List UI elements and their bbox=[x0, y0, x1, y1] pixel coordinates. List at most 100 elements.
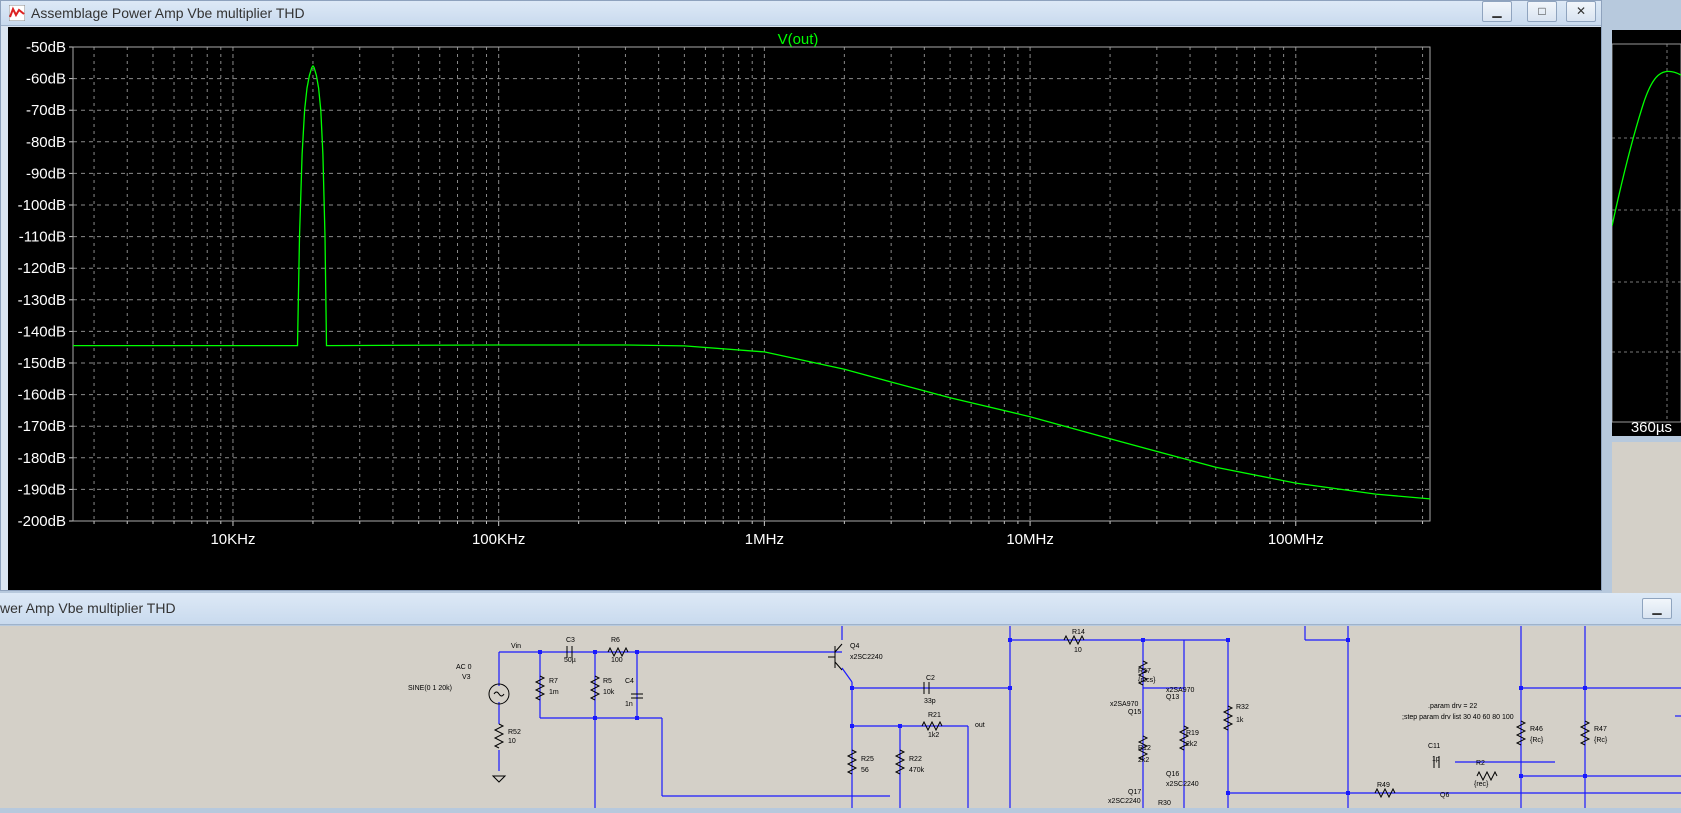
y-tick-label: -150dB bbox=[18, 355, 66, 372]
resistor-r5-icon bbox=[589, 675, 601, 701]
y-tick-label: -50dB bbox=[26, 39, 66, 56]
svg-text:10: 10 bbox=[1074, 647, 1082, 654]
svg-text:x2SA970: x2SA970 bbox=[1166, 687, 1195, 694]
resistor-r32-icon bbox=[1222, 705, 1234, 731]
side-chart: 360µs bbox=[1611, 43, 1681, 436]
svg-text:R19: R19 bbox=[1186, 730, 1199, 737]
maximize-button[interactable]: □ bbox=[1527, 1, 1557, 22]
svg-text:R49: R49 bbox=[1377, 782, 1390, 789]
svg-text:R30: R30 bbox=[1158, 800, 1171, 807]
y-tick-label: -90dB bbox=[26, 165, 66, 182]
svg-text:2k2: 2k2 bbox=[1138, 757, 1149, 764]
close-button[interactable]: ✕ bbox=[1566, 1, 1596, 22]
resistor-r47-icon bbox=[1579, 720, 1591, 746]
plot-window-title: Assemblage Power Amp Vbe multiplier THD bbox=[31, 5, 305, 21]
svg-text:Vin: Vin bbox=[511, 643, 521, 650]
svg-text:R6: R6 bbox=[611, 637, 620, 644]
side-plot-area[interactable]: 360µs bbox=[1611, 30, 1681, 436]
y-tick-label: -200dB bbox=[18, 513, 66, 530]
svg-text:C11: C11 bbox=[1428, 743, 1440, 750]
svg-text:R46: R46 bbox=[1530, 726, 1543, 733]
svg-text:C3: C3 bbox=[566, 637, 575, 644]
svg-text:1p: 1p bbox=[1432, 756, 1440, 763]
y-tick-label: -100dB bbox=[18, 197, 66, 214]
svg-text:x2SC2240: x2SC2240 bbox=[850, 654, 883, 661]
svg-text:1n: 1n bbox=[625, 701, 633, 708]
svg-text:x2SC2240: x2SC2240 bbox=[1166, 781, 1199, 788]
y-tick-label: -170dB bbox=[18, 418, 66, 435]
y-tick-label: -160dB bbox=[18, 387, 66, 404]
svg-text:Q17: Q17 bbox=[1128, 789, 1141, 796]
series-line[interactable] bbox=[73, 64, 1431, 500]
minimize-button[interactable]: ▁ bbox=[1482, 1, 1512, 22]
svg-text:.param drv = 22: .param drv = 22 bbox=[1428, 703, 1477, 710]
svg-text:Q4: Q4 bbox=[850, 643, 859, 650]
plot-window: Assemblage Power Amp Vbe multiplier THD … bbox=[0, 0, 1602, 591]
svg-text:1k: 1k bbox=[1236, 717, 1244, 724]
svg-text:R2: R2 bbox=[1476, 760, 1485, 767]
x-tick-label: 10MHz bbox=[1006, 531, 1054, 548]
svg-text:Q16: Q16 bbox=[1166, 771, 1179, 778]
y-tick-label: -80dB bbox=[26, 134, 66, 151]
y-tick-label: -120dB bbox=[18, 260, 66, 277]
svg-text:C2: C2 bbox=[926, 675, 935, 682]
svg-text:R12: R12 bbox=[1138, 745, 1151, 752]
svg-text:1k2: 1k2 bbox=[928, 732, 939, 739]
y-tick-label: -190dB bbox=[18, 481, 66, 498]
plot-window-titlebar[interactable]: Assemblage Power Amp Vbe multiplier THD … bbox=[1, 1, 1601, 26]
chart-title[interactable]: V(out) bbox=[778, 31, 819, 48]
svg-text:R47: R47 bbox=[1594, 726, 1607, 733]
y-tick-label: -180dB bbox=[18, 450, 66, 467]
svg-text:x2SA970: x2SA970 bbox=[1110, 701, 1139, 708]
resistor-r22-icon bbox=[894, 749, 906, 775]
svg-text:R27: R27 bbox=[1138, 668, 1151, 675]
x-tick-label: 10KHz bbox=[210, 531, 255, 548]
x-tick-label: 100MHz bbox=[1268, 531, 1324, 548]
schematic-drawing[interactable]: Vin AC 0 V3 SINE(0 1 20k) R52 10 R7 1m C… bbox=[0, 626, 1681, 808]
svg-text:{Rc}: {Rc} bbox=[1594, 737, 1608, 744]
resistor-r7-icon bbox=[534, 675, 546, 701]
y-tick-label: -140dB bbox=[18, 323, 66, 340]
schematic-window-titlebar[interactable]: wer Amp Vbe multiplier THD ▁ bbox=[0, 593, 1681, 625]
y-tick-label: -60dB bbox=[26, 71, 66, 88]
schematic-area[interactable]: Vin AC 0 V3 SINE(0 1 20k) R52 10 R7 1m C… bbox=[0, 626, 1681, 808]
svg-text:50µ: 50µ bbox=[564, 657, 576, 664]
y-tick-label: -70dB bbox=[26, 102, 66, 119]
plot-area[interactable]: V(out) -50dB -60dB -70dB -80dB -90dB -100dB -1… bbox=[8, 27, 1601, 590]
ground-icon bbox=[491, 775, 507, 783]
svg-text:SINE(0 1 20k): SINE(0 1 20k) bbox=[408, 685, 452, 692]
svg-text:R25: R25 bbox=[861, 756, 874, 763]
svg-text:AC 0: AC 0 bbox=[456, 664, 472, 671]
svg-text:{rec}: {rec} bbox=[1474, 781, 1489, 788]
svg-text:1m: 1m bbox=[549, 689, 559, 696]
svg-text:R32: R32 bbox=[1236, 704, 1249, 711]
plot-frame bbox=[72, 46, 1431, 522]
svg-text:;step param drv list 30 40 60: ;step param drv list 30 40 60 80 100 bbox=[1402, 714, 1514, 721]
waveform-chart[interactable]: V(out) -50dB -60dB -70dB -80dB -90dB -100dB -1… bbox=[8, 27, 1601, 590]
y-tick-label: -110dB bbox=[19, 229, 66, 246]
svg-text:R21: R21 bbox=[928, 712, 941, 719]
svg-text:out: out bbox=[975, 722, 985, 729]
svg-text:Q15: Q15 bbox=[1128, 709, 1141, 716]
schematic-minimize-button[interactable]: ▁ bbox=[1642, 598, 1672, 619]
svg-text:V3: V3 bbox=[462, 674, 471, 681]
svg-text:470k: 470k bbox=[909, 767, 925, 774]
svg-text:R5: R5 bbox=[603, 678, 612, 685]
x-tick-label: 1MHz bbox=[745, 531, 784, 548]
svg-text:10: 10 bbox=[508, 738, 516, 745]
resistor-r52-icon bbox=[493, 723, 505, 749]
svg-text:R7: R7 bbox=[549, 678, 558, 685]
svg-text:{Rc}: {Rc} bbox=[1530, 737, 1544, 744]
svg-text:56: 56 bbox=[861, 767, 869, 774]
svg-text:R22: R22 bbox=[909, 756, 922, 763]
waveform-app-icon bbox=[9, 5, 25, 21]
svg-text:Q13: Q13 bbox=[1166, 694, 1179, 701]
side-trace bbox=[1611, 70, 1681, 227]
svg-text:33p: 33p bbox=[924, 698, 936, 705]
resistor-r2-icon bbox=[1476, 770, 1498, 782]
resistor-r46-icon bbox=[1515, 720, 1527, 746]
svg-text:C4: C4 bbox=[625, 678, 634, 685]
svg-text:{rccs}: {rccs} bbox=[1138, 677, 1156, 684]
svg-text:Q6: Q6 bbox=[1440, 792, 1449, 799]
svg-text:R52: R52 bbox=[508, 729, 521, 736]
